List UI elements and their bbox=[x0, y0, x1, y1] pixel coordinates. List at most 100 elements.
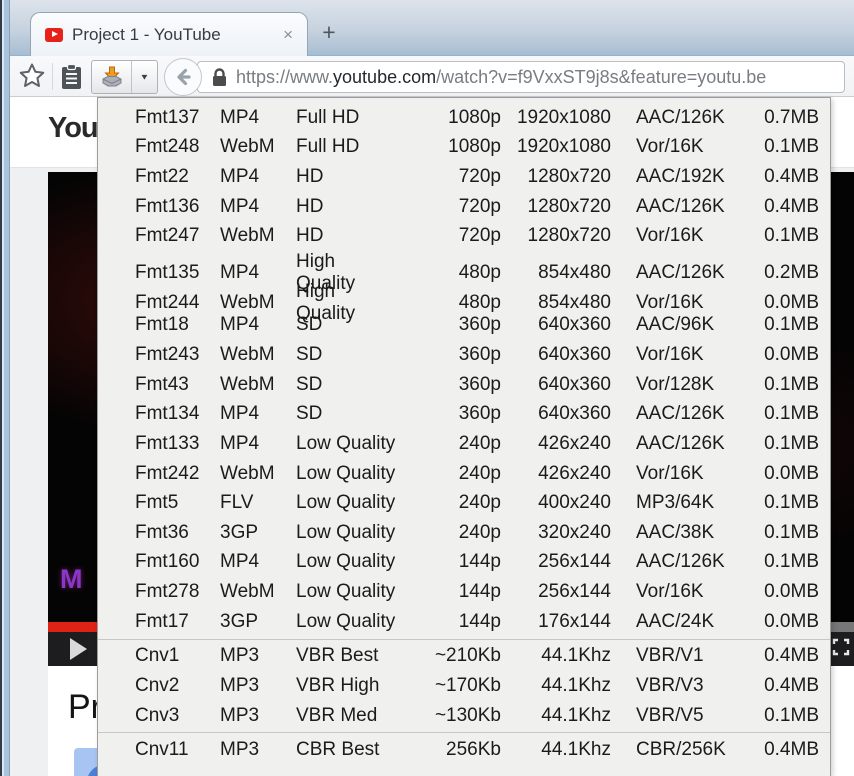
format-dimensions: 640x360 bbox=[538, 343, 611, 365]
format-audio: CBR/256K bbox=[636, 739, 726, 761]
format-dimensions: 400x240 bbox=[538, 492, 611, 514]
menu-row[interactable]: Fmt137 MP4 Full HD 1080p 1920x1080 AAC/1… bbox=[98, 103, 830, 133]
play-button-icon[interactable] bbox=[70, 638, 87, 660]
format-quality: Full HD bbox=[296, 106, 360, 128]
format-container: WebM bbox=[220, 136, 275, 158]
format-id: Fmt160 bbox=[135, 551, 200, 573]
youtube-favicon-icon bbox=[45, 27, 63, 42]
format-container: MP3 bbox=[220, 704, 260, 726]
format-audio: VBR/V1 bbox=[636, 645, 704, 667]
downloader-button[interactable] bbox=[92, 61, 132, 93]
format-quality: Low Quality bbox=[296, 492, 396, 514]
format-dimensions: 640x360 bbox=[538, 403, 611, 425]
format-audio: Vor/16K bbox=[636, 225, 704, 247]
format-audio: Vor/16K bbox=[636, 343, 704, 365]
format-id: Fmt17 bbox=[135, 610, 189, 632]
menu-row[interactable]: Fmt136 MP4 HD 720p 1280x720 AAC/126K 0.4… bbox=[98, 192, 830, 222]
menu-row[interactable]: Fmt43 WebM SD 360p 640x360 Vor/128K 0.1M… bbox=[98, 370, 830, 400]
menu-row[interactable]: Cnv1 MP3 VBR Best ~210Kb 44.1Khz VBR/V1 … bbox=[98, 642, 830, 672]
format-id: Fmt22 bbox=[135, 166, 189, 188]
menu-row[interactable]: Fmt22 MP4 HD 720p 1280x720 AAC/192K 0.4M… bbox=[98, 162, 830, 192]
bookmark-star-icon[interactable] bbox=[17, 61, 47, 91]
menu-row[interactable]: Fmt247 WebM HD 720p 1280x720 Vor/16K 0.1… bbox=[98, 222, 830, 252]
url-path: /watch?v=f9VxxST9j8s&feature=youtu.be bbox=[436, 66, 767, 87]
format-resolution: ~130Kb bbox=[434, 704, 501, 726]
format-id: Fmt244 bbox=[135, 291, 200, 313]
format-id: Fmt36 bbox=[135, 521, 189, 543]
format-container: WebM bbox=[220, 581, 275, 603]
url-text: https://www.youtube.com/watch?v=f9VxxST9… bbox=[236, 67, 766, 88]
format-resolution: 240p bbox=[458, 492, 501, 514]
downloader-dropdown-arrow[interactable]: ▼ bbox=[132, 61, 157, 93]
menu-row[interactable]: Fmt135 MP4 High Quality 480p 854x480 AAC… bbox=[98, 251, 830, 294]
url-bar[interactable]: https://www.youtube.com/watch?v=f9VxxST9… bbox=[197, 61, 845, 93]
format-dimensions: 44.1Khz bbox=[541, 739, 611, 761]
caret-down-icon: ▼ bbox=[139, 72, 150, 82]
format-container: WebM bbox=[220, 343, 275, 365]
format-resolution: 360p bbox=[458, 314, 501, 336]
menu-row[interactable]: Fmt242 WebM Low Quality 240p 426x240 Vor… bbox=[98, 459, 830, 489]
menu-row[interactable]: Fmt243 WebM SD 360p 640x360 Vor/16K 0.0M… bbox=[98, 340, 830, 370]
menu-row[interactable]: Fmt278 WebM Low Quality 144p 256x144 Vor… bbox=[98, 577, 830, 607]
format-resolution: 256Kb bbox=[446, 739, 501, 761]
format-audio: Vor/16K bbox=[636, 462, 704, 484]
format-dimensions: 44.1Khz bbox=[541, 645, 611, 667]
format-quality: HD bbox=[296, 225, 324, 247]
format-resolution: ~210Kb bbox=[434, 645, 501, 667]
format-audio: AAC/126K bbox=[636, 403, 725, 425]
menu-row[interactable]: Fmt36 3GP Low Quality 240p 320x240 AAC/3… bbox=[98, 518, 830, 548]
menu-section-separator bbox=[98, 732, 830, 734]
format-resolution: ~170Kb bbox=[434, 674, 501, 696]
menu-row[interactable]: Fmt248 WebM Full HD 1080p 1920x1080 Vor/… bbox=[98, 133, 830, 163]
format-id: Fmt137 bbox=[135, 106, 200, 128]
format-container: MP4 bbox=[220, 262, 260, 284]
format-container: MP4 bbox=[220, 106, 260, 128]
format-quality: Full HD bbox=[296, 136, 360, 158]
menu-row[interactable]: Fmt134 MP4 SD 360p 640x360 AAC/126K 0.1M… bbox=[98, 399, 830, 429]
format-quality: VBR Med bbox=[296, 704, 378, 726]
format-dimensions: 256x144 bbox=[538, 581, 611, 603]
format-size: 0.4MB bbox=[764, 645, 819, 667]
format-container: WebM bbox=[220, 291, 275, 313]
format-dimensions: 1280x720 bbox=[527, 166, 611, 188]
menu-row[interactable]: Cnv11 MP3 CBR Best 256Kb 44.1Khz CBR/256… bbox=[98, 735, 830, 765]
menu-row[interactable]: Fmt244 WebM High Quality 480p 854x480 Vo… bbox=[98, 281, 830, 324]
menu-row[interactable]: Fmt17 3GP Low Quality 144p 176x144 AAC/2… bbox=[98, 607, 830, 637]
fullscreen-icon[interactable] bbox=[832, 638, 850, 656]
bookmarks-menu-icon[interactable] bbox=[58, 63, 85, 91]
format-container: 3GP bbox=[220, 521, 259, 543]
format-id: Fmt248 bbox=[135, 136, 200, 158]
format-size: 0.4MB bbox=[764, 674, 819, 696]
tab-project1-youtube[interactable]: Project 1 - YouTube × bbox=[30, 12, 308, 56]
format-id: Fmt247 bbox=[135, 225, 200, 247]
format-size: 0.1MB bbox=[764, 373, 819, 395]
format-size: 0.1MB bbox=[764, 432, 819, 454]
format-container: WebM bbox=[220, 225, 275, 247]
format-quality: Low Quality bbox=[296, 521, 396, 543]
menu-row[interactable]: Fmt18 MP4 SD 360p 640x360 AAC/96K 0.1MB bbox=[98, 310, 830, 340]
format-container: FLV bbox=[220, 492, 254, 514]
format-quality: CBR Best bbox=[296, 739, 380, 761]
tab-title: Project 1 - YouTube bbox=[72, 24, 221, 44]
https-lock-icon[interactable] bbox=[211, 67, 228, 87]
new-tab-button[interactable]: + bbox=[316, 20, 342, 46]
format-dimensions: 640x360 bbox=[538, 373, 611, 395]
format-size: 0.1MB bbox=[764, 136, 819, 158]
menu-row[interactable]: Cnv3 MP3 VBR Med ~130Kb 44.1Khz VBR/V5 0… bbox=[98, 701, 830, 731]
format-resolution: 720p bbox=[458, 166, 501, 188]
menu-row[interactable]: Cnv2 MP3 VBR High ~170Kb 44.1Khz VBR/V3 … bbox=[98, 671, 830, 701]
format-resolution: 1080p bbox=[448, 106, 501, 128]
menu-row[interactable]: Fmt133 MP4 Low Quality 240p 426x240 AAC/… bbox=[98, 429, 830, 459]
menu-row[interactable]: Fmt5 FLV Low Quality 240p 400x240 MP3/64… bbox=[98, 488, 830, 518]
tab-close-icon[interactable]: × bbox=[283, 26, 293, 43]
back-button[interactable] bbox=[164, 58, 202, 96]
format-dimensions: 854x480 bbox=[538, 291, 611, 313]
format-audio: AAC/126K bbox=[636, 195, 725, 217]
format-size: 0.1MB bbox=[764, 314, 819, 336]
format-dimensions: 1280x720 bbox=[527, 195, 611, 217]
format-resolution: 720p bbox=[458, 195, 501, 217]
menu-row[interactable]: Fmt160 MP4 Low Quality 144p 256x144 AAC/… bbox=[98, 548, 830, 578]
format-dimensions: 426x240 bbox=[538, 432, 611, 454]
download-tray-icon bbox=[102, 66, 121, 87]
format-quality: SD bbox=[296, 343, 323, 365]
